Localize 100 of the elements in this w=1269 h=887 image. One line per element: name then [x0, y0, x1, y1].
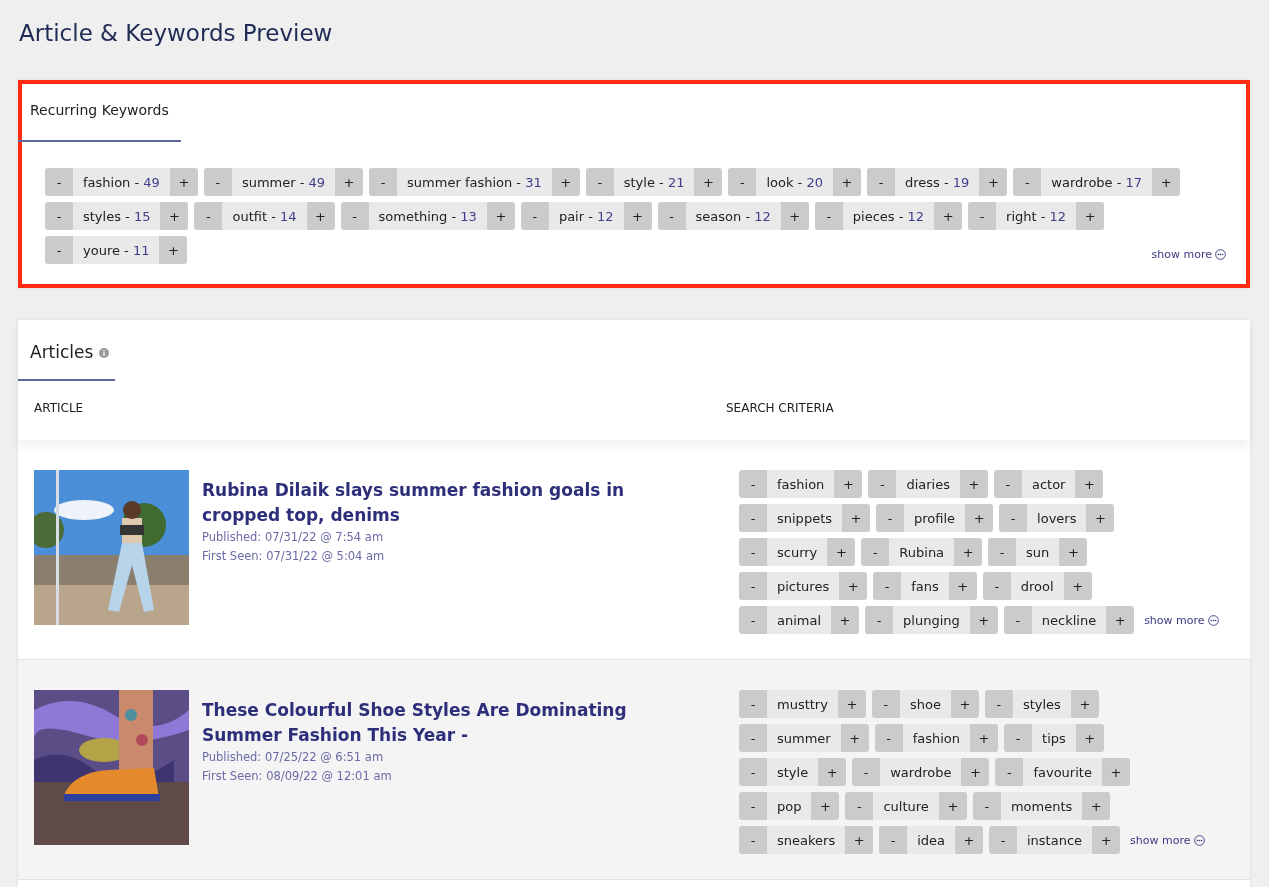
plus-button[interactable]: +	[694, 168, 723, 196]
minus-button[interactable]: -	[45, 168, 73, 196]
minus-button[interactable]: -	[739, 606, 767, 634]
minus-button[interactable]: -	[1013, 168, 1042, 196]
minus-button[interactable]: -	[879, 826, 908, 854]
plus-button[interactable]: +	[811, 792, 840, 820]
plus-button[interactable]: +	[969, 606, 998, 634]
plus-button[interactable]: +	[159, 236, 188, 264]
minus-button[interactable]: -	[868, 470, 897, 498]
minus-button[interactable]: -	[739, 826, 767, 854]
minus-button[interactable]: -	[876, 504, 904, 532]
minus-button[interactable]: -	[968, 202, 997, 230]
plus-button[interactable]: +	[1070, 690, 1099, 718]
minus-button[interactable]: -	[873, 572, 902, 600]
minus-button[interactable]: -	[340, 202, 369, 230]
plus-button[interactable]: +	[306, 202, 335, 230]
plus-button[interactable]: +	[623, 202, 652, 230]
plus-button[interactable]: +	[551, 168, 580, 196]
plus-button[interactable]: +	[839, 572, 868, 600]
plus-button[interactable]: +	[842, 504, 870, 532]
plus-button[interactable]: +	[845, 826, 874, 854]
minus-button[interactable]: -	[203, 168, 232, 196]
minus-button[interactable]: -	[739, 724, 767, 752]
article-title-link[interactable]: These Colourful Shoe Styles Are Dominating Summer Fashion This Year -	[202, 698, 642, 748]
minus-button[interactable]: -	[972, 792, 1001, 820]
minus-button[interactable]: -	[1004, 724, 1033, 752]
plus-button[interactable]: +	[831, 606, 860, 634]
plus-button[interactable]: +	[834, 470, 863, 498]
plus-button[interactable]: +	[1063, 572, 1092, 600]
plus-button[interactable]: +	[1059, 538, 1088, 566]
minus-button[interactable]: -	[852, 758, 881, 786]
plus-button[interactable]: +	[970, 724, 999, 752]
article-title-link[interactable]: Rubina Dilaik slays summer fashion goals in cropped top, denims	[202, 478, 642, 528]
minus-button[interactable]: -	[871, 690, 900, 718]
minus-button[interactable]: -	[739, 538, 767, 566]
minus-button[interactable]: -	[728, 168, 757, 196]
plus-button[interactable]: +	[950, 690, 979, 718]
plus-button[interactable]: +	[818, 758, 847, 786]
show-more-link[interactable]: show more	[1151, 248, 1226, 261]
plus-button[interactable]: +	[979, 168, 1008, 196]
minus-button[interactable]: -	[739, 470, 767, 498]
plus-button[interactable]: +	[1076, 202, 1105, 230]
plus-button[interactable]: +	[486, 202, 515, 230]
plus-button[interactable]: +	[934, 202, 963, 230]
plus-button[interactable]: +	[833, 168, 861, 196]
plus-button[interactable]: +	[1075, 470, 1104, 498]
minus-button[interactable]: -	[739, 572, 767, 600]
minus-button[interactable]: -	[45, 202, 73, 230]
plus-button[interactable]: +	[938, 792, 967, 820]
plus-button[interactable]: +	[955, 826, 983, 854]
plus-button[interactable]: +	[160, 202, 189, 230]
minus-button[interactable]: -	[988, 538, 1017, 566]
minus-button[interactable]: -	[993, 470, 1022, 498]
plus-button[interactable]: +	[1082, 792, 1111, 820]
show-more-link[interactable]: show more	[1130, 833, 1205, 847]
plus-button[interactable]: +	[959, 470, 988, 498]
minus-button[interactable]: -	[995, 758, 1024, 786]
plus-button[interactable]: +	[335, 168, 364, 196]
keyword-label: scurry	[776, 543, 819, 562]
plus-button[interactable]: +	[169, 168, 198, 196]
minus-button[interactable]: -	[657, 202, 686, 230]
plus-button[interactable]: +	[1092, 826, 1121, 854]
plus-button[interactable]: +	[1106, 606, 1135, 634]
plus-button[interactable]: +	[1152, 168, 1181, 196]
plus-button[interactable]: +	[1086, 504, 1115, 532]
plus-button[interactable]: +	[961, 758, 990, 786]
minus-button[interactable]: -	[989, 826, 1017, 854]
keyword-label: pieces - 12	[851, 207, 926, 226]
show-more-link[interactable]: show more	[1144, 613, 1219, 627]
recurring-keywords-tab[interactable]: Recurring Keywords	[18, 84, 181, 142]
minus-button[interactable]: -	[585, 168, 614, 196]
keyword-label: summer	[776, 729, 832, 748]
plus-button[interactable]: +	[827, 538, 856, 566]
minus-button[interactable]: -	[369, 168, 398, 196]
minus-button[interactable]: -	[867, 168, 895, 196]
plus-button[interactable]: +	[780, 202, 809, 230]
minus-button[interactable]: -	[520, 202, 549, 230]
plus-button[interactable]: +	[965, 504, 994, 532]
plus-button[interactable]: +	[954, 538, 983, 566]
minus-button[interactable]: -	[45, 236, 73, 264]
minus-button[interactable]: -	[739, 758, 767, 786]
plus-button[interactable]: +	[1101, 758, 1130, 786]
plus-button[interactable]: +	[840, 724, 869, 752]
minus-button[interactable]: -	[982, 572, 1011, 600]
plus-button[interactable]: +	[1075, 724, 1104, 752]
minus-button[interactable]: -	[194, 202, 223, 230]
minus-button[interactable]: -	[739, 504, 767, 532]
minus-button[interactable]: -	[999, 504, 1028, 532]
minus-button[interactable]: -	[739, 792, 767, 820]
minus-button[interactable]: -	[865, 606, 894, 634]
minus-button[interactable]: -	[1003, 606, 1032, 634]
keyword-label: Rubina	[898, 543, 946, 562]
minus-button[interactable]: -	[874, 724, 903, 752]
minus-button[interactable]: -	[739, 690, 767, 718]
plus-button[interactable]: +	[948, 572, 977, 600]
plus-button[interactable]: +	[837, 690, 866, 718]
minus-button[interactable]: -	[984, 690, 1013, 718]
minus-button[interactable]: -	[845, 792, 874, 820]
minus-button[interactable]: -	[814, 202, 843, 230]
minus-button[interactable]: -	[861, 538, 890, 566]
